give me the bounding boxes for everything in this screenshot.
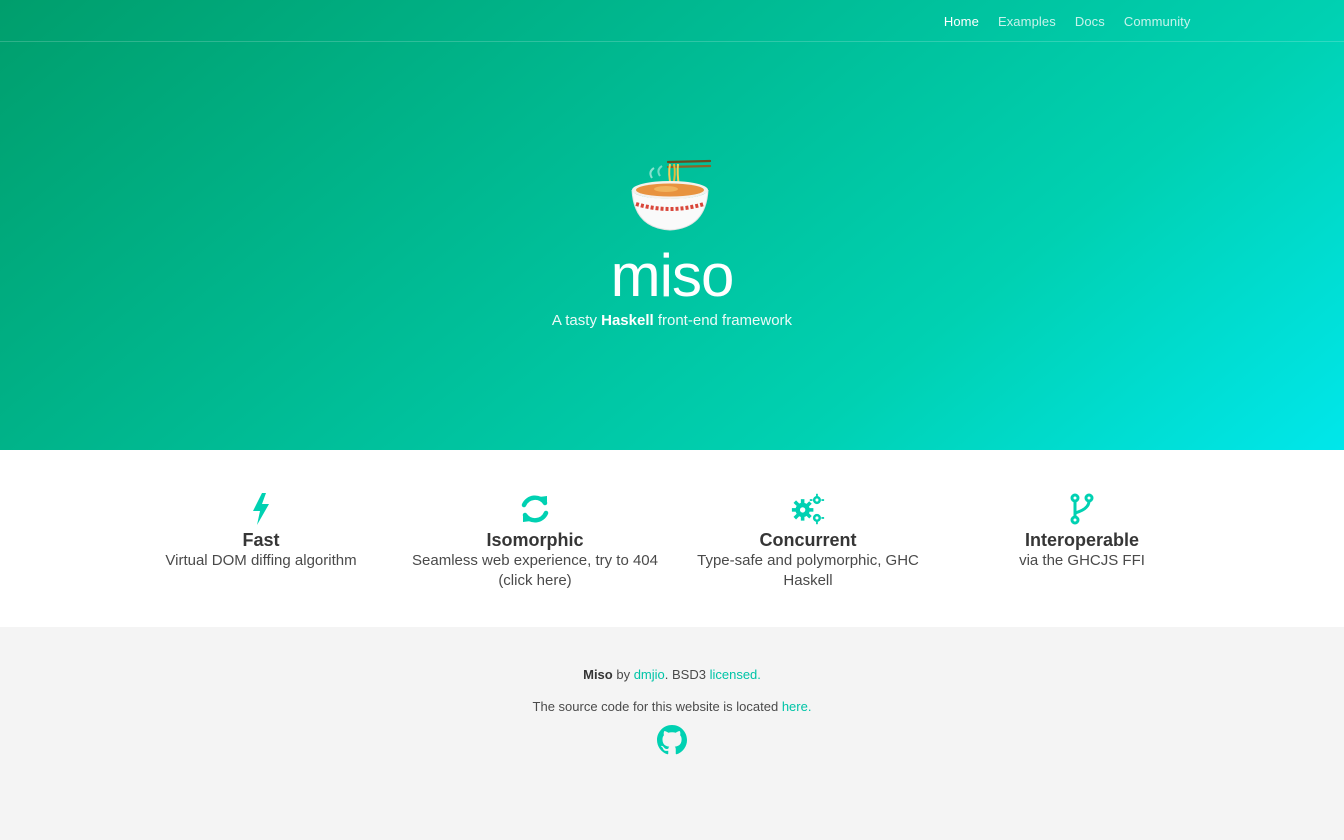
nav-item-docs[interactable]: Docs xyxy=(1065,14,1114,29)
features-section: Fast Virtual DOM diffing algorithm Isomo… xyxy=(0,450,1344,627)
license-link[interactable]: licensed. xyxy=(710,667,761,682)
feature-title: Interoperable xyxy=(1024,530,1140,550)
gears-icon xyxy=(791,492,825,526)
github-icon[interactable] xyxy=(657,725,687,755)
subtitle-suffix: front-end framework xyxy=(653,312,793,329)
feature-description: Seamless web experience, try to 404 (cli… xyxy=(412,552,658,589)
refresh-icon xyxy=(518,492,552,526)
nav-item-examples[interactable]: Examples xyxy=(988,14,1065,29)
footer-source-text: The source code for this website is loca… xyxy=(532,699,782,714)
feature-title: Concurrent xyxy=(759,530,857,550)
page-title: miso xyxy=(610,242,735,309)
subtitle-strong: Haskell xyxy=(601,312,654,329)
feature-description: Type-safe and polymorphic, GHC Haskell xyxy=(697,552,919,589)
feature-title: Fast xyxy=(242,530,280,550)
footer: Miso by dmjio. BSD3 licensed. The source… xyxy=(0,627,1344,840)
footer-brand: Miso xyxy=(583,667,613,682)
feature-isomorphic[interactable]: Isomorphic Seamless web experience, try … xyxy=(405,492,665,591)
feature-interoperable: Interoperable via the GHCJS FFI xyxy=(952,492,1212,571)
feature-description: via the GHCJS FFI xyxy=(1019,552,1145,569)
lightning-bolt-icon xyxy=(244,492,278,526)
footer-credits: Miso by dmjio. BSD3 licensed. xyxy=(0,666,1344,684)
ramen-bowl-icon xyxy=(630,150,714,234)
feature-concurrent: Concurrent Type-safe and polymorphic, GH… xyxy=(678,492,938,591)
code-fork-icon xyxy=(1065,492,1099,526)
author-link[interactable]: dmjio xyxy=(634,667,665,682)
hero-subtitle: A tasty Haskell front-end framework xyxy=(0,312,1344,329)
subtitle-prefix: A tasty xyxy=(551,312,602,329)
nav-item-community[interactable]: Community xyxy=(1114,14,1200,29)
footer-by: by xyxy=(612,667,634,682)
source-link[interactable]: here. xyxy=(782,699,812,714)
footer-license-text: . BSD3 xyxy=(664,667,710,682)
nav-menu: Home Examples Docs Community xyxy=(934,0,1200,42)
feature-fast: Fast Virtual DOM diffing algorithm xyxy=(131,492,391,571)
feature-title: Isomorphic xyxy=(486,530,584,550)
nav-item-home[interactable]: Home xyxy=(934,14,988,29)
footer-source: The source code for this website is loca… xyxy=(0,698,1344,716)
hero: Home Examples Docs Community miso A tast… xyxy=(0,0,1344,450)
feature-description: Virtual DOM diffing algorithm xyxy=(165,552,357,569)
navbar: Home Examples Docs Community xyxy=(0,0,1344,42)
hero-body: miso A tasty Haskell front-end framework xyxy=(0,150,1344,329)
